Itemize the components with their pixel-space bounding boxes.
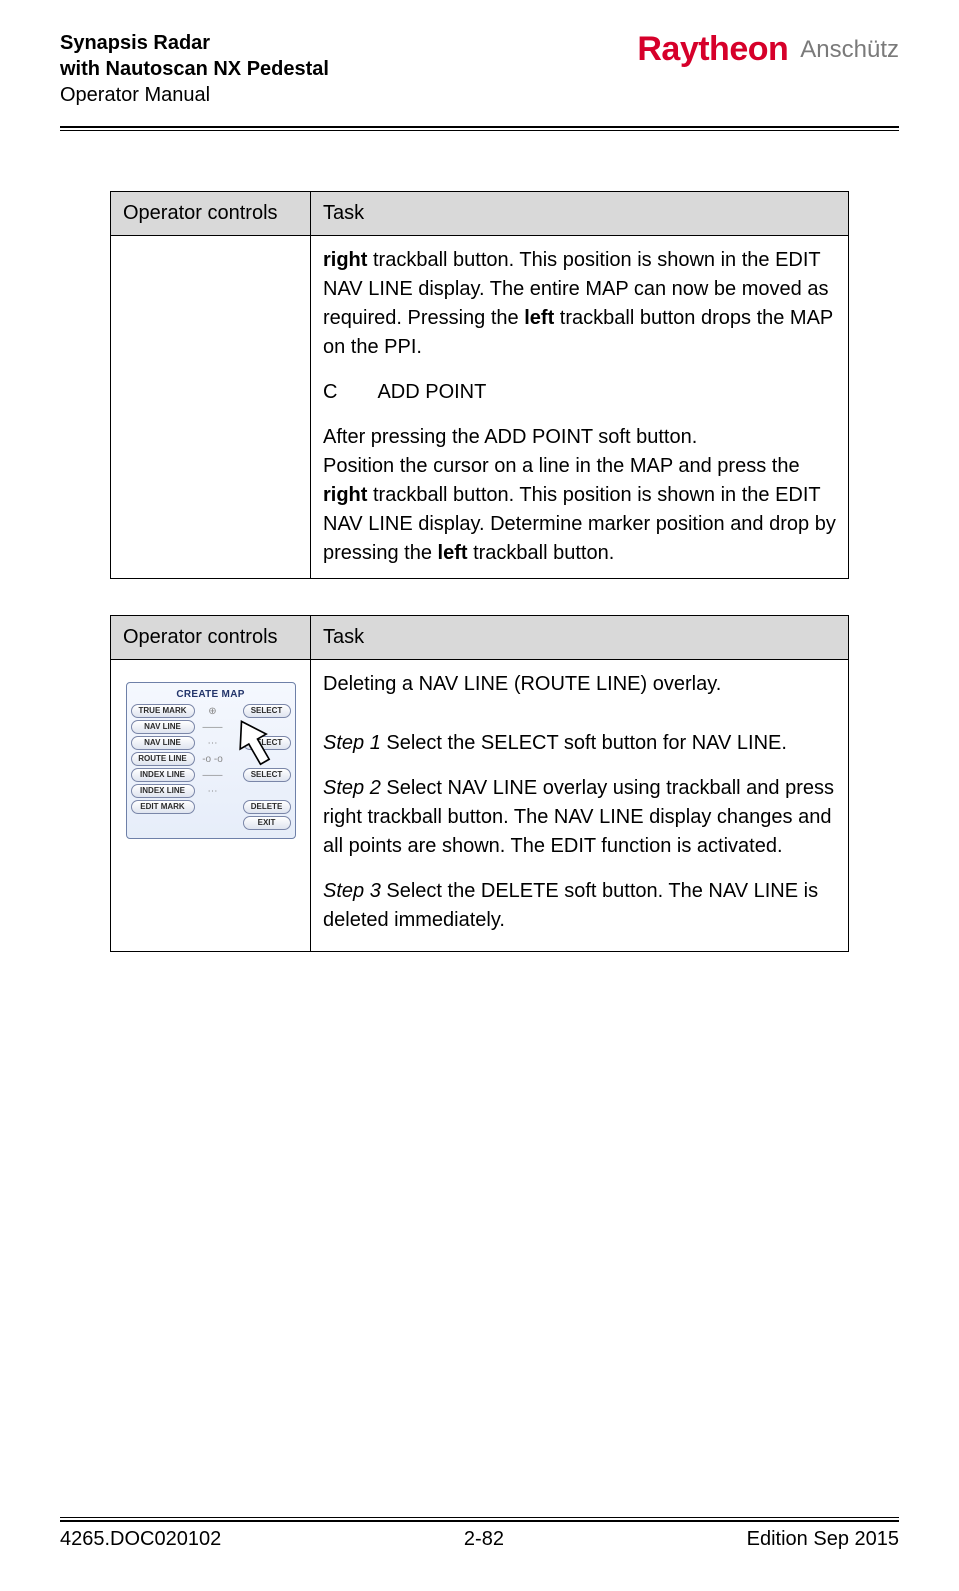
panel-row: TRUE MARK ⊕ SELECT	[131, 704, 291, 718]
true-mark-button[interactable]: TRUE MARK	[131, 704, 195, 718]
create-map-panel: CREATE MAP TRUE MARK ⊕ SELECT NAV LINE —…	[126, 682, 296, 839]
table-row: CREATE MAP TRUE MARK ⊕ SELECT NAV LINE —…	[111, 660, 849, 952]
doc-title-line2: with Nautoscan NX Pedestal	[60, 56, 329, 82]
text-span: trackball button.	[468, 542, 615, 564]
exit-button[interactable]: EXIT	[243, 816, 291, 830]
divider	[60, 126, 899, 128]
table-header-row: Operator controls Task	[111, 616, 849, 660]
footer-line: 4265.DOC020102 2-82 Edition Sep 2015	[60, 1522, 899, 1551]
line-icon: ——	[198, 768, 228, 782]
task-cell: right trackball button. This position is…	[311, 236, 849, 579]
task-paragraph: Step 1 Select the SELECT soft button for…	[323, 729, 836, 758]
bold-word: right	[323, 249, 367, 271]
col-header-task: Task	[311, 192, 849, 236]
select-button[interactable]: SELECT	[243, 704, 291, 718]
footer-doc-number: 4265.DOC020102	[60, 1528, 221, 1551]
header-title-block: Synapsis Radar with Nautoscan NX Pedesta…	[60, 30, 329, 108]
brand-main-text: Raytheon	[637, 30, 788, 69]
bold-word: left	[438, 542, 468, 564]
text-span: Select the DELETE soft button. The NAV L…	[323, 880, 818, 931]
page-content: Operator controls Task right trackball b…	[60, 131, 899, 952]
step-label: Step 2	[323, 777, 381, 799]
task-cell: Deleting a NAV LINE (ROUTE LINE) overlay…	[311, 660, 849, 952]
footer-page-number: 2-82	[464, 1528, 504, 1551]
crosshair-icon: ⊕	[198, 704, 228, 718]
index-line-button[interactable]: INDEX LINE	[131, 768, 195, 782]
bold-word: right	[323, 484, 367, 506]
footer-edition: Edition Sep 2015	[747, 1528, 899, 1551]
cursor-arrow-icon	[237, 718, 271, 768]
panel-row: EDIT MARK DELETE	[131, 800, 291, 814]
text-span: Position the cursor on a line in the MAP…	[323, 455, 800, 477]
col-header-operator: Operator controls	[111, 192, 311, 236]
operator-cell: CREATE MAP TRUE MARK ⊕ SELECT NAV LINE —…	[111, 660, 311, 952]
panel-title: CREATE MAP	[131, 687, 291, 704]
panel-row: INDEX LINE —— SELECT	[131, 768, 291, 782]
task-paragraph: Step 3 Select the DELETE soft button. Th…	[323, 877, 836, 935]
doc-title-line1: Synapsis Radar	[60, 30, 329, 56]
dotted-icon: ⋯	[198, 736, 228, 750]
brand-sub-text: Anschütz	[800, 36, 899, 64]
nav-line-button[interactable]: NAV LINE	[131, 720, 195, 734]
table-row: right trackball button. This position is…	[111, 236, 849, 579]
bold-word: left	[524, 307, 554, 329]
brand-block: Raytheon Anschütz	[637, 30, 899, 69]
segments-icon: -o -o	[198, 752, 228, 766]
line-icon: ——	[198, 720, 228, 734]
route-line-button[interactable]: ROUTE LINE	[131, 752, 195, 766]
panel-row: INDEX LINE ⋯	[131, 784, 291, 798]
task-paragraph: Deleting a NAV LINE (ROUTE LINE) overlay…	[323, 670, 836, 699]
text-span: Select NAV LINE overlay using trackball …	[323, 777, 834, 857]
operator-task-table-1: Operator controls Task right trackball b…	[110, 191, 849, 579]
col-header-task: Task	[311, 616, 849, 660]
select-button[interactable]: SELECT	[243, 768, 291, 782]
task-paragraph: right trackball button. This position is…	[323, 246, 836, 362]
task-paragraph: Step 2 Select NAV LINE overlay using tra…	[323, 774, 836, 861]
task-paragraph: After pressing the ADD POINT soft button…	[323, 423, 836, 568]
dotted-icon: ⋯	[198, 784, 228, 798]
page-footer: 4265.DOC020102 2-82 Edition Sep 2015	[60, 1515, 899, 1551]
step-label: Step 3	[323, 880, 381, 902]
index-line-button[interactable]: INDEX LINE	[131, 784, 195, 798]
text-span: Select the SELECT soft button for NAV LI…	[381, 732, 787, 754]
page-header: Synapsis Radar with Nautoscan NX Pedesta…	[60, 30, 899, 122]
nav-line-button[interactable]: NAV LINE	[131, 736, 195, 750]
operator-task-table-2: Operator controls Task CREATE MAP TRUE M…	[110, 615, 849, 952]
edit-mark-button[interactable]: EDIT MARK	[131, 800, 195, 814]
panel-row: EXIT	[131, 816, 291, 830]
operator-cell	[111, 236, 311, 579]
table-header-row: Operator controls Task	[111, 192, 849, 236]
col-header-operator: Operator controls	[111, 616, 311, 660]
task-paragraph: C ADD POINT	[323, 378, 836, 407]
delete-button[interactable]: DELETE	[243, 800, 291, 814]
divider	[60, 1517, 899, 1518]
text-span: After pressing the ADD POINT soft button…	[323, 426, 697, 448]
doc-title-line3: Operator Manual	[60, 82, 329, 108]
step-label: Step 1	[323, 732, 381, 754]
